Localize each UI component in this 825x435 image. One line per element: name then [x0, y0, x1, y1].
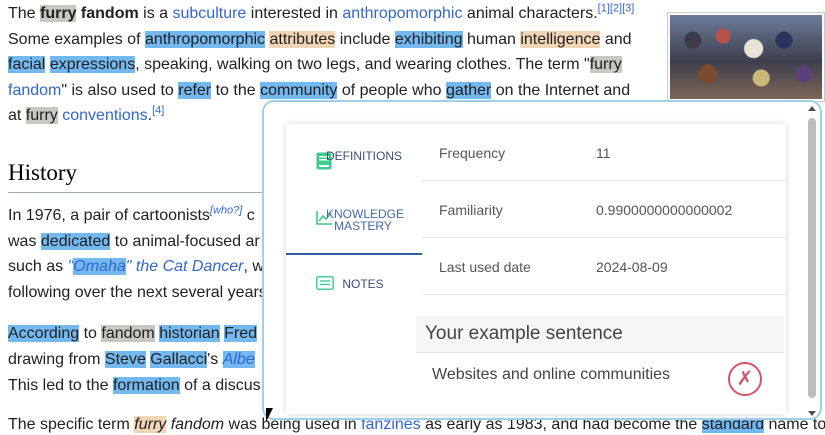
scroll-down-icon[interactable]: [808, 411, 816, 416]
popup-scrollbar[interactable]: [807, 106, 817, 416]
highlighted-word[interactable]: furry: [134, 416, 167, 433]
highlighted-word[interactable]: facial: [8, 56, 46, 73]
history-line-7: This led to the formation of a discus: [8, 377, 261, 394]
highlighted-word[interactable]: attributes: [269, 31, 336, 48]
article-line-1: The furry fandom is a subculture interes…: [8, 2, 635, 22]
history-line-5: According to fandom historian Fred: [8, 325, 258, 342]
article-image[interactable]: [667, 12, 825, 102]
history-line-1: In 1976, a pair of cartoonists[who?] c: [8, 204, 255, 224]
highlighted-word[interactable]: fandom: [101, 325, 155, 342]
tab-notes[interactable]: NOTES: [286, 270, 422, 328]
bold-word: fandom: [80, 5, 139, 22]
highlighted-word[interactable]: anthropomorphic: [144, 31, 266, 48]
article-line-5: at furry conventions.[4]: [8, 104, 165, 124]
highlighted-word[interactable]: furry: [40, 5, 77, 22]
highlighted-word[interactable]: historian: [159, 325, 220, 342]
scroll-thumb[interactable]: [808, 118, 816, 398]
section-heading: History: [8, 160, 77, 185]
example-sentence[interactable]: Websites and online communities: [432, 366, 670, 384]
highlighted-word[interactable]: community: [260, 82, 338, 99]
link-cat-dancer[interactable]: " the Cat Dancer: [126, 258, 244, 275]
example-title: Your example sentence: [416, 316, 784, 353]
popup-tabs: DEFINITIONS KNOWLEDGE MASTERY NOTES: [286, 124, 422, 414]
citation-refs[interactable]: [1][2][3]: [598, 3, 635, 15]
delete-example-button[interactable]: ✗: [728, 362, 762, 396]
history-line-3: such as "Omaha" the Cat Dancer, w: [8, 258, 264, 275]
highlighted-word[interactable]: furry: [589, 56, 622, 73]
highlighted-word[interactable]: formation: [112, 377, 180, 394]
word-info-card: DEFINITIONS KNOWLEDGE MASTERY NOTES Freq…: [286, 124, 786, 414]
highlighted-word[interactable]: Fred: [224, 325, 258, 342]
highlighted-word[interactable]: refer: [178, 82, 212, 99]
convention-photo: [670, 15, 822, 99]
highlighted-word[interactable]: Steve: [104, 351, 146, 368]
highlighted-word[interactable]: gather: [445, 82, 492, 99]
citation-ref[interactable]: [4]: [152, 105, 164, 117]
text: The: [8, 5, 41, 22]
article-line-3: facial expressions, speaking, walking on…: [8, 56, 622, 73]
link-anthropomorphic[interactable]: anthropomorphic: [342, 5, 462, 22]
example-sentence-section: Your example sentence Websites and onlin…: [416, 316, 784, 414]
link-subculture[interactable]: subculture: [173, 5, 247, 22]
highlighted-word[interactable]: expressions: [49, 56, 136, 73]
highlighted-word[interactable]: dedicated: [40, 233, 111, 250]
highlighted-link[interactable]: Albe: [222, 351, 255, 368]
link-furry-fandom[interactable]: fandom: [8, 82, 61, 99]
mouse-cursor-icon: [266, 408, 273, 422]
history-line-4: following over the next several years: [8, 284, 267, 301]
tab-definitions[interactable]: DEFINITIONS: [286, 142, 422, 200]
scroll-up-icon[interactable]: [808, 106, 816, 111]
highlighted-word[interactable]: intelligence: [520, 31, 601, 48]
highlighted-word[interactable]: According: [8, 325, 80, 342]
active-tab-indicator: [286, 253, 422, 255]
article-line-2: Some examples of anthropomorphic attribu…: [8, 31, 632, 48]
word-info-popup: DEFINITIONS KNOWLEDGE MASTERY NOTES Freq…: [262, 100, 822, 420]
highlighted-link[interactable]: Omaha: [73, 258, 126, 275]
highlighted-word[interactable]: exhibiting: [394, 31, 463, 48]
highlighted-word[interactable]: Gallacci: [150, 351, 208, 368]
link-conventions[interactable]: conventions: [62, 107, 147, 124]
stat-row-familiarity: Familiarity 0.9900000000000002: [422, 181, 786, 238]
who-tag[interactable]: [who?]: [210, 205, 242, 217]
history-line-6: drawing from Steve Gallacci's Albe: [8, 351, 255, 368]
stat-row-frequency: Frequency 11: [422, 124, 786, 181]
article-line-4: fandom" is also used to refer to the com…: [8, 82, 631, 99]
highlighted-word[interactable]: furry: [25, 107, 58, 124]
stat-row-last-used: Last used date 2024-08-09: [422, 238, 786, 295]
tab-knowledge-mastery[interactable]: KNOWLEDGE MASTERY: [286, 200, 422, 258]
history-line-2: was dedicated to animal-focused ar: [8, 233, 260, 250]
